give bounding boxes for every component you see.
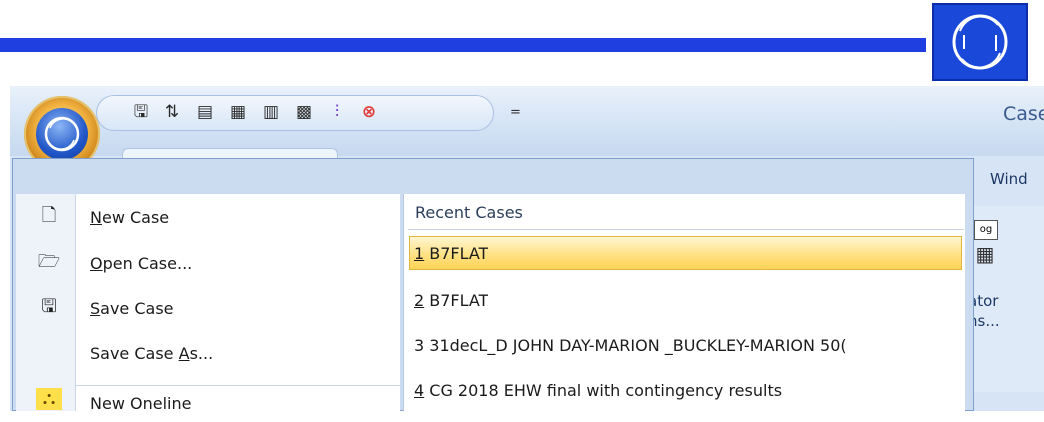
recent-divider [408, 229, 964, 230]
menu-item-new-oneline[interactable] [16, 386, 400, 422]
menu-item-new-case[interactable] [16, 200, 400, 236]
recent-cases-header: Recent Cases [415, 203, 523, 222]
menu-item-label: Save Case [90, 299, 174, 318]
recent-case-item[interactable] [409, 283, 962, 317]
new-case-icon: 🗋 [41, 205, 57, 226]
document-icon[interactable]: ▦ [227, 101, 249, 123]
transformer-icon[interactable]: ⫶ [326, 101, 348, 123]
save-case-icon[interactable]: 🖫 [130, 101, 152, 123]
database-icon[interactable]: ▤ [194, 101, 216, 123]
menu-item-label: New Oneline [90, 394, 192, 413]
menu-item-label: New Case [90, 208, 170, 227]
auto-save-icon[interactable]: ⇅ [161, 101, 183, 123]
new-oneline-icon: ⛬ [42, 388, 56, 409]
recent-case-label: 1 B7FLAT [414, 244, 489, 263]
menu-item-label: Open Case... [90, 254, 193, 273]
window-title: Case [1003, 103, 1044, 125]
recent-case-label: 3 31decL_D JOHN DAY-MARION _BUCKLEY-MARI… [414, 336, 847, 355]
close-circle-icon[interactable]: ⊗ [358, 101, 380, 123]
case-info-icon[interactable]: ▩ [293, 101, 315, 123]
banner-bar [0, 38, 926, 52]
recent-case-label: 2 B7FLAT [414, 291, 489, 310]
globe-icon [36, 108, 88, 160]
log-icon[interactable]: og [974, 220, 998, 240]
save-case-icon: 🖫 [41, 296, 57, 317]
calculator-icon[interactable]: ▥ [260, 101, 282, 123]
app-logo [932, 3, 1028, 81]
open-case-icon: 🗁 [37, 251, 61, 272]
recent-case-label: 4 CG 2018 EHW final with contingency res… [414, 381, 783, 400]
globe-logo-icon [952, 14, 1008, 70]
menu-item-save-case[interactable] [16, 291, 400, 327]
tab-window[interactable]: Wind [990, 170, 1028, 188]
recent-case-item[interactable] [409, 236, 962, 270]
menu-item-label: Save Case As... [90, 344, 214, 363]
grid-icon[interactable]: ▦ [974, 244, 996, 264]
qat-customize-dropdown[interactable]: = [510, 105, 521, 120]
menu-item-open-case[interactable] [16, 246, 400, 282]
